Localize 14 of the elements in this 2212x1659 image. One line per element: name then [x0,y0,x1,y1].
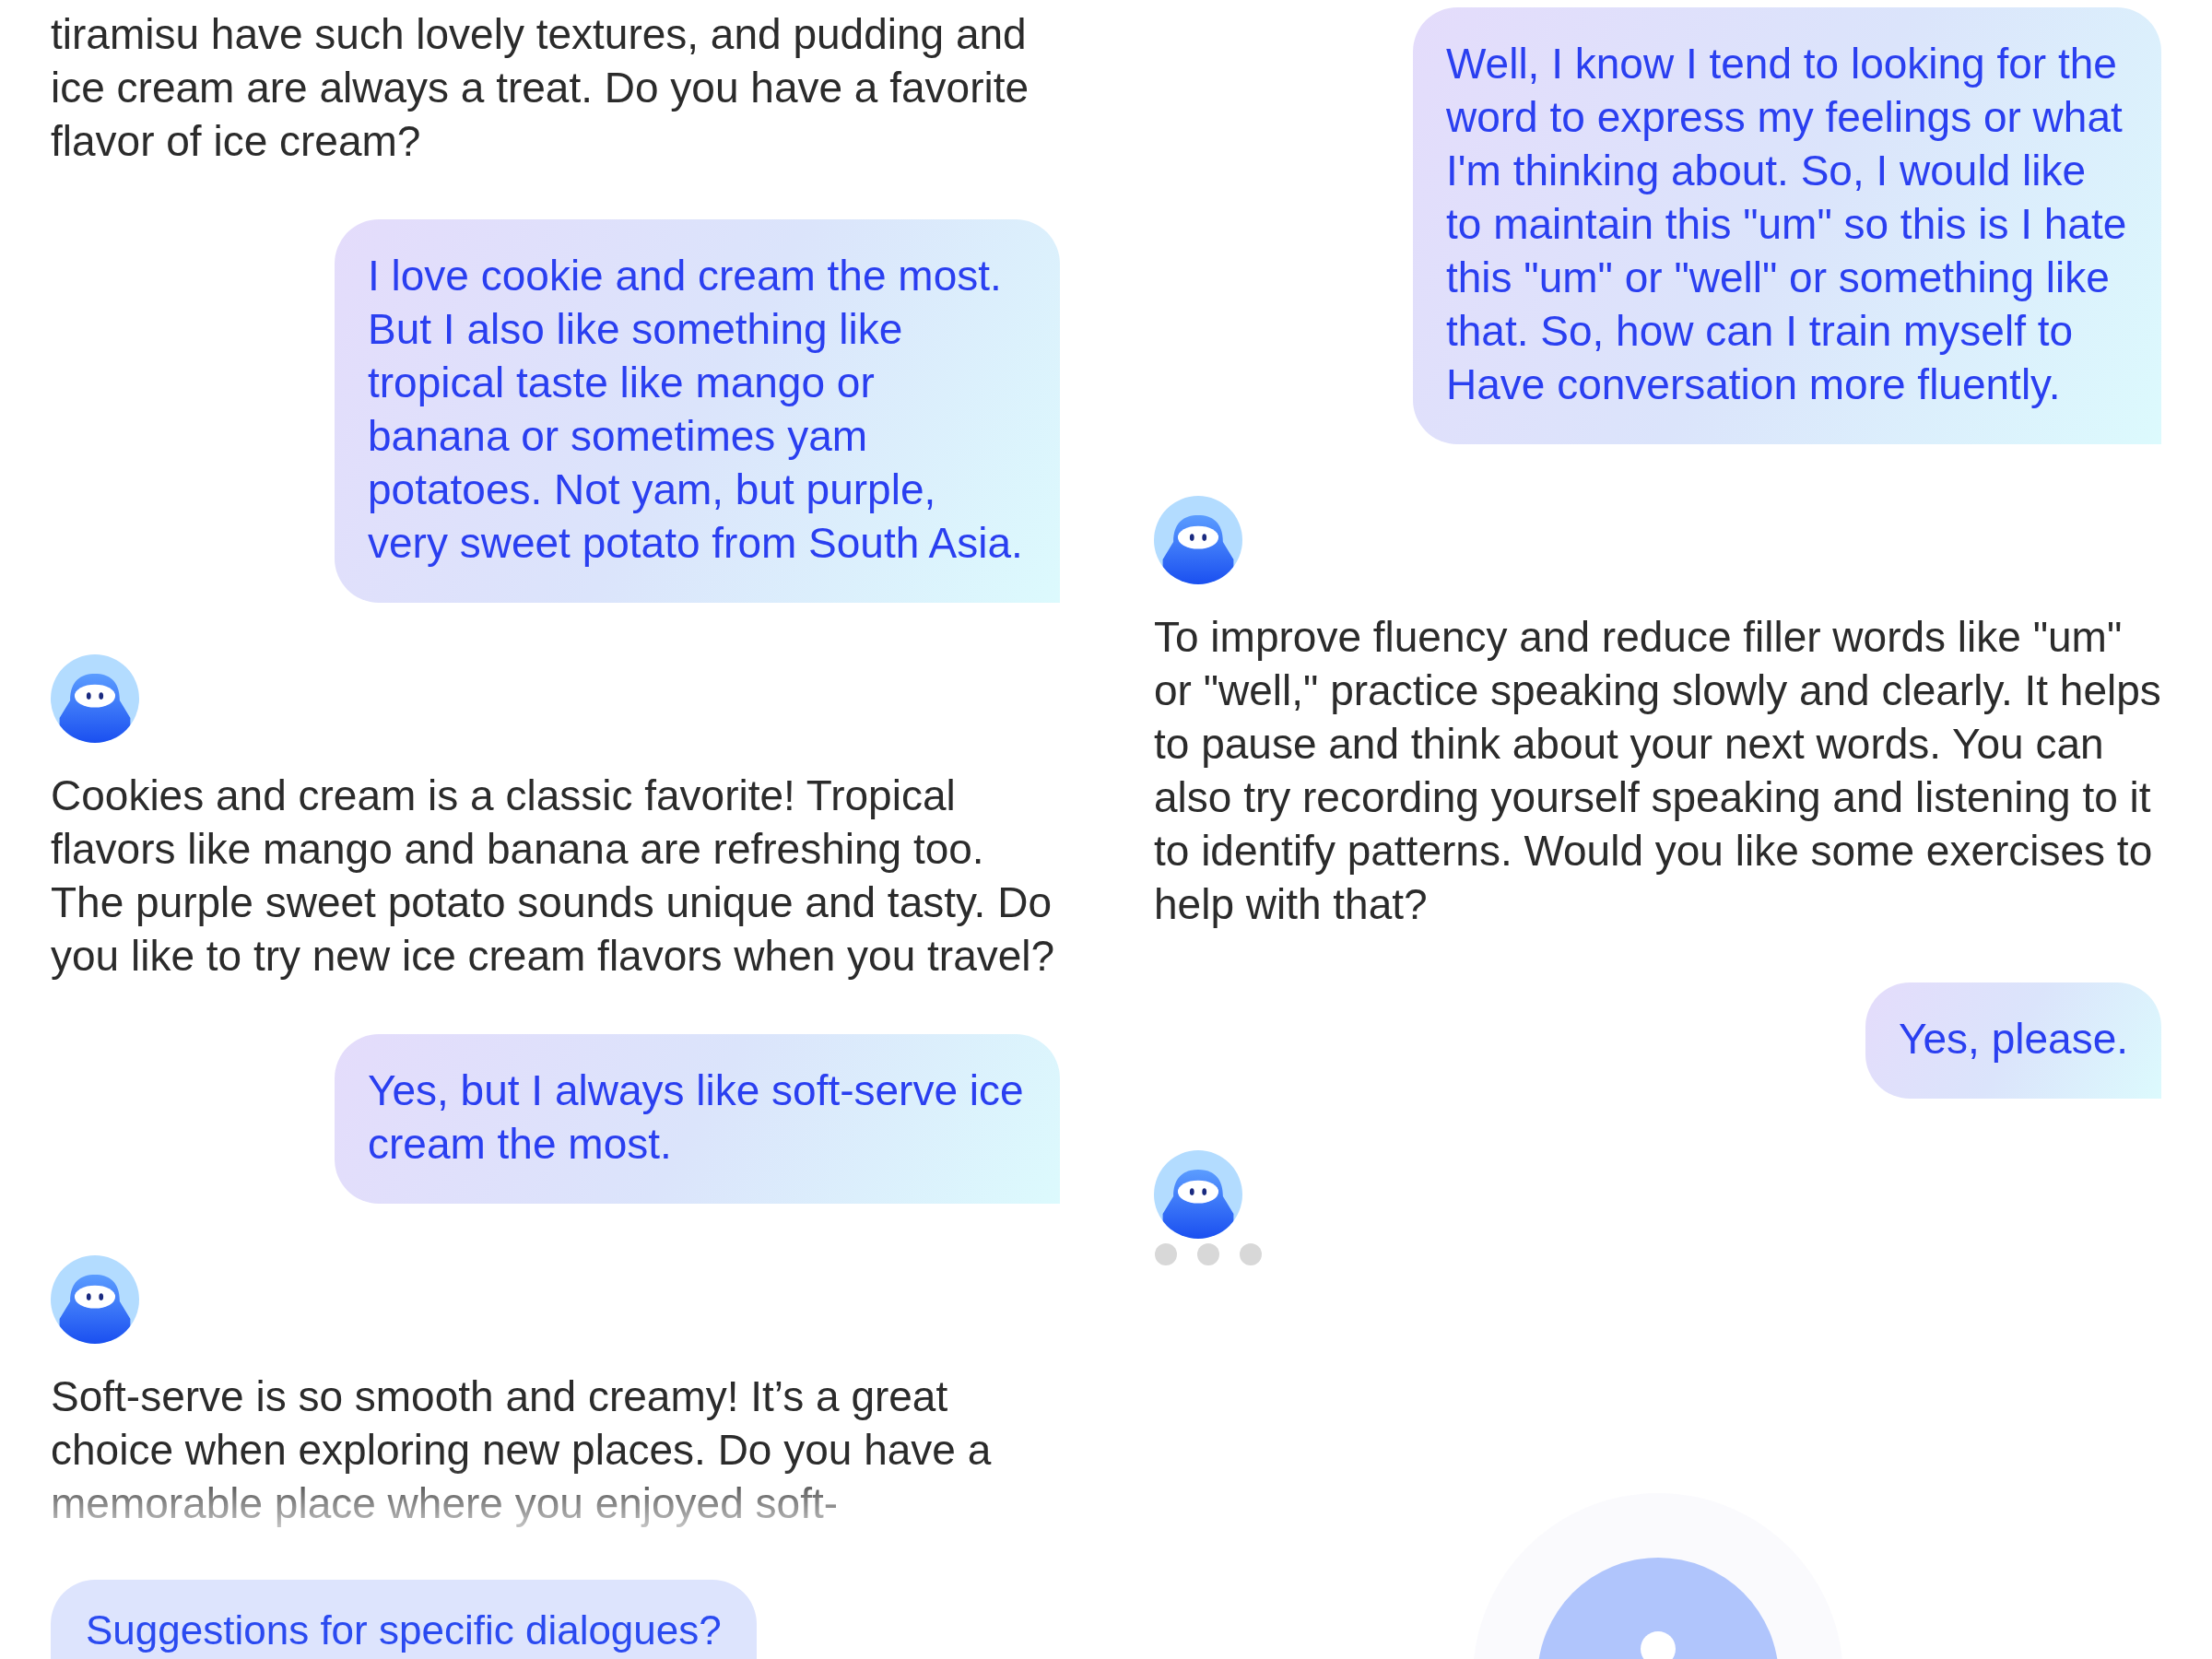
assistant-message: To improve fluency and reduce filler words like "um" or "well," practice speaking slowly and clearly. It helps to pause and think about your next words. You can also try recording yourself speaking and listening to it to identify patterns. Would you like some exercises to help with that? [1154,612,2161,930]
user-message-bubble: I love cookie and cream the most. But I also like something like tropical taste like mango or banana or sometimes yam potatoes. Not yam, but purple, very sweet potato from South Asia. [335,219,1060,603]
robot-avatar-icon [51,654,139,743]
assistant-message: tiramisu have such lovely textures, and pudding and ice cream are always a treat. Do you have a favorite flavor of ice cream? [51,9,1030,167]
suggestion-chip[interactable]: Suggestions for specific dialogues? [51,1580,757,1659]
user-message-bubble: Yes, but I always like soft-serve ice cream the most. [335,1034,1060,1204]
user-message-bubble: Yes, please. [1865,982,2161,1099]
assistant-message: Cookies and cream is a classic favorite! Tropical flavors like mango and banana are refreshing too. The purple sweet potato sounds unique and tasty. Do you like to try new ice cream flavors when you travel? [51,771,1056,982]
robot-avatar-icon [1154,496,1242,584]
typing-indicator-icon [1154,1242,1265,1266]
robot-avatar-icon [1154,1150,1242,1239]
assistant-message: Soft-serve is so smooth and creamy! It’s a great choice when exploring new places. Do you have a memorable place where you enjoyed soft- [51,1371,993,1529]
robot-avatar-icon [51,1255,139,1344]
user-message-bubble: Well, I know I tend to looking for the word to express my feelings or what I'm thinking about. So, I would like to maintain this "um" so this is I hate this "um" or "well" or something like that. So, how can I train myself to Have conversation more fluently. [1413,7,2161,444]
